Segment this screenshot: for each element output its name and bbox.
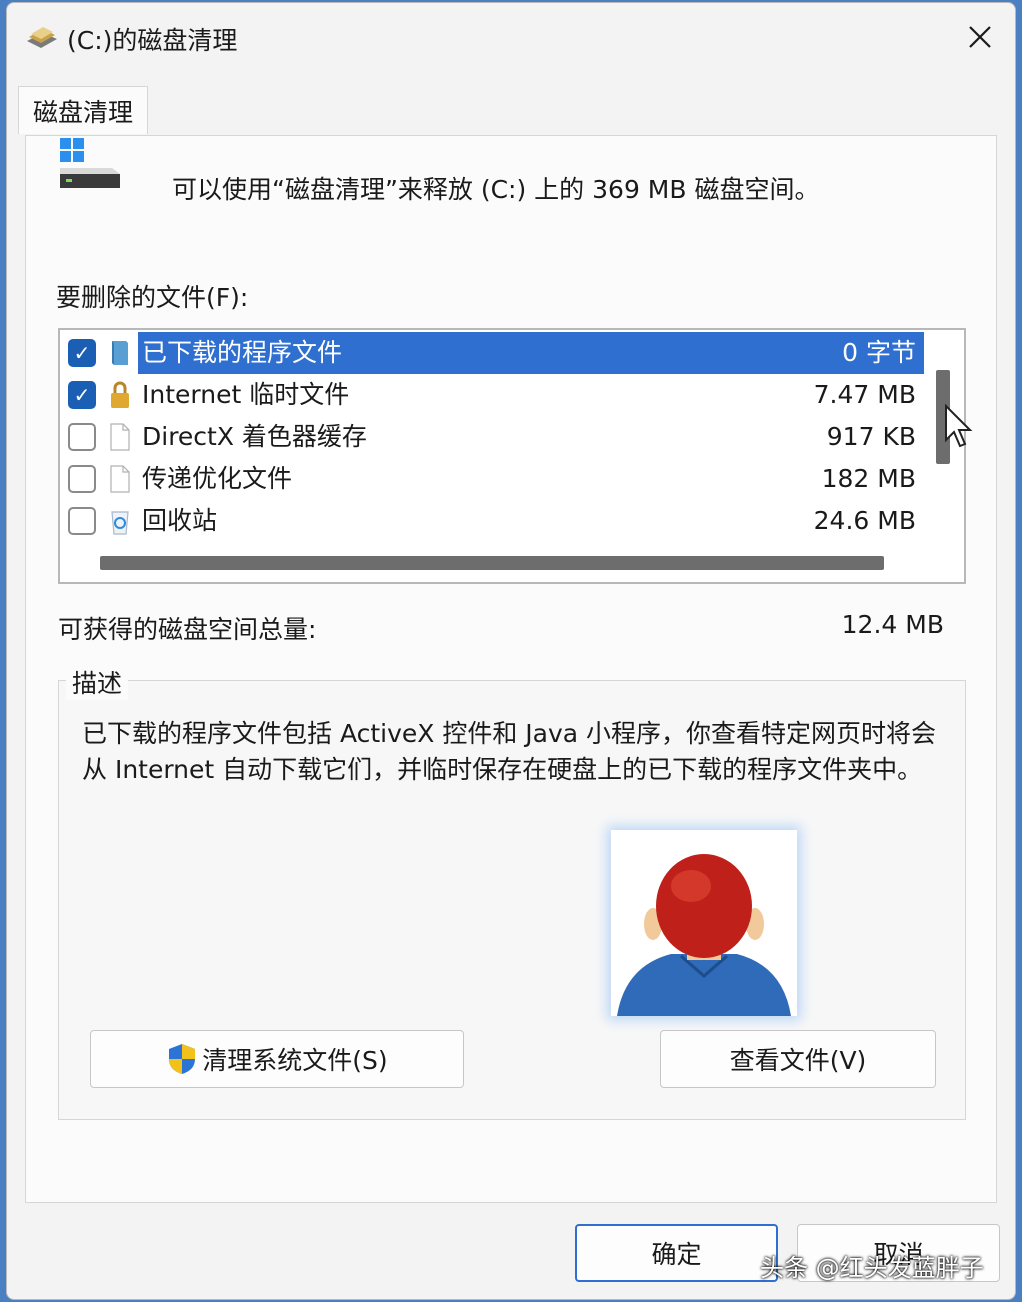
list-item-name: Internet 临时文件 xyxy=(142,380,350,409)
downloaded-program-files-icon xyxy=(112,341,128,365)
close-button[interactable] xyxy=(945,3,1015,71)
total-space-label: 可获得的磁盘空间总量: xyxy=(58,615,317,644)
file-list[interactable]: ✓ 已下载的程序文件 0 字节 ✓ Internet 临时文件 7.47 MB … xyxy=(58,328,966,584)
list-item-downloaded-program-files[interactable]: ✓ 已下载的程序文件 0 字节 xyxy=(62,332,926,374)
total-space-value: 12.4 MB xyxy=(841,610,944,639)
shield-icon xyxy=(169,1044,196,1074)
list-item-name: 回收站 xyxy=(142,506,218,535)
description-legend: 描述 xyxy=(66,664,129,700)
list-item-delivery-optimization-files[interactable]: 传递优化文件 182 MB xyxy=(62,458,926,500)
checkbox[interactable] xyxy=(68,423,96,451)
horizontal-scroll-thumb[interactable] xyxy=(100,556,884,570)
drive-icon xyxy=(60,138,120,188)
checkbox[interactable]: ✓ xyxy=(68,381,96,409)
window-title: (C:)的磁盘清理 xyxy=(67,26,238,55)
list-item-size: 917 KB xyxy=(826,422,916,451)
checkbox[interactable] xyxy=(68,507,96,535)
checkbox[interactable]: ✓ xyxy=(68,339,96,367)
list-item-recycle-bin[interactable]: 回收站 24.6 MB xyxy=(62,500,926,542)
checkbox[interactable] xyxy=(68,465,96,493)
intro-text: 可以使用“磁盘清理”来释放 (C:) 上的 369 MB 磁盘空间。 xyxy=(172,175,820,204)
tab-disk-cleanup[interactable]: 磁盘清理 xyxy=(18,86,148,134)
list-item-size: 24.6 MB xyxy=(813,506,916,535)
list-item-size: 182 MB xyxy=(821,464,916,493)
list-item-name: 已下载的程序文件 xyxy=(138,332,924,374)
list-item-directx-shader-cache[interactable]: DirectX 着色器缓存 917 KB xyxy=(62,416,926,458)
clean-system-files-label: 清理系统文件(S) xyxy=(202,1046,388,1075)
ok-button[interactable]: 确定 xyxy=(575,1224,778,1282)
lock-icon xyxy=(111,381,129,408)
file-list-label: 要删除的文件(F): xyxy=(56,283,249,312)
list-item-name: DirectX 着色器缓存 xyxy=(142,422,367,451)
list-item-internet-temp-files[interactable]: ✓ Internet 临时文件 7.47 MB xyxy=(62,374,926,416)
file-icon xyxy=(110,423,130,451)
person-avatar-icon xyxy=(611,830,797,1016)
clean-system-files-button[interactable]: 清理系统文件(S) xyxy=(90,1030,464,1088)
list-item-name: 传递优化文件 xyxy=(142,464,293,493)
disk-cleanup-app-icon xyxy=(27,27,57,48)
view-files-button[interactable]: 查看文件(V) xyxy=(660,1030,936,1088)
mouse-cursor-icon xyxy=(945,404,973,448)
list-item-size: 7.47 MB xyxy=(813,380,916,409)
file-icon xyxy=(110,465,130,493)
watermark: 头条 @红头发蓝胖子 xyxy=(760,1254,984,1282)
close-icon xyxy=(969,26,991,48)
recycle-bin-icon xyxy=(111,511,129,535)
description-text: 已下载的程序文件包括 ActiveX 控件和 Java 小程序，你查看特定网页时… xyxy=(82,719,937,784)
list-item-size: 0 字节 xyxy=(842,338,916,367)
title-bar: (C:)的磁盘清理 xyxy=(7,3,1015,71)
